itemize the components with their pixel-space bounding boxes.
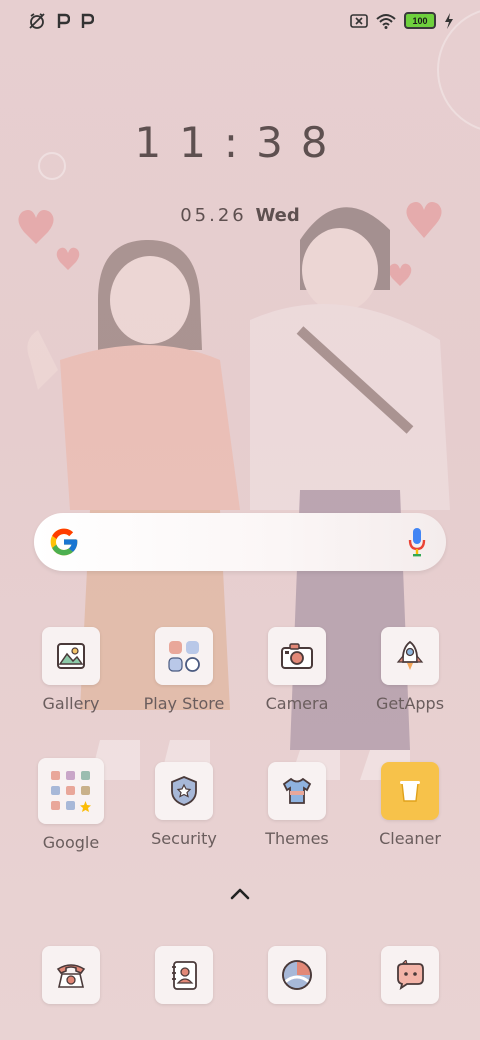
p-notification-icon: [57, 13, 70, 28]
app-label: GetApps: [375, 694, 445, 713]
app-label: Gallery: [42, 694, 100, 713]
app-gallery[interactable]: Gallery: [26, 627, 116, 713]
dock-contacts[interactable]: [139, 946, 229, 1004]
camera-icon: [268, 627, 326, 685]
dock-phone[interactable]: [26, 946, 116, 1004]
clock[interactable]: 11:38: [0, 118, 480, 167]
p-notification-icon: [81, 13, 94, 28]
no-sim-icon: [350, 13, 368, 28]
dock-messages[interactable]: [365, 946, 455, 1004]
app-camera[interactable]: Camera: [252, 627, 342, 713]
alarm-off-icon: [29, 13, 45, 29]
status-left: [28, 12, 94, 30]
battery-level: 100: [412, 15, 428, 26]
battery-icon: 100: [404, 12, 436, 29]
app-themes[interactable]: Themes: [252, 762, 342, 848]
google-search-bar[interactable]: [34, 513, 446, 571]
google-icon: [50, 528, 78, 556]
browser-icon: [268, 946, 326, 1004]
chevron-up-icon[interactable]: [228, 886, 252, 902]
app-security[interactable]: Security: [139, 762, 229, 848]
app-label: Security: [151, 829, 217, 848]
app-label: Play Store: [143, 694, 225, 713]
wifi-icon: [376, 13, 396, 29]
app-label: Cleaner: [379, 829, 441, 848]
trash-icon: [381, 762, 439, 820]
date-weekday: Wed: [255, 205, 300, 226]
shield-icon: [155, 762, 213, 820]
status-right: 100: [350, 12, 454, 29]
phone-icon: [42, 946, 100, 1004]
gallery-icon: [42, 627, 100, 685]
rocket-icon: [381, 627, 439, 685]
tshirt-icon: [268, 762, 326, 820]
app-label: Camera: [265, 694, 329, 713]
app-label: Themes: [265, 829, 329, 848]
app-getapps[interactable]: GetApps: [365, 627, 455, 713]
play-store-icon: [155, 627, 213, 685]
charging-icon: [445, 12, 453, 29]
status-bar: 100: [0, 0, 480, 42]
date[interactable]: 05.26 Wed: [0, 205, 480, 226]
contacts-icon: [155, 946, 213, 1004]
app-play-store[interactable]: Play Store: [139, 627, 229, 713]
mic-icon[interactable]: [408, 527, 426, 557]
dock-browser[interactable]: [252, 946, 342, 1004]
messages-icon: [381, 946, 439, 1004]
app-label: Google: [42, 833, 100, 852]
google-folder-icon: [38, 758, 104, 824]
app-cleaner[interactable]: Cleaner: [365, 762, 455, 848]
date-day: 05.26: [180, 205, 247, 226]
app-google-folder[interactable]: Google: [26, 758, 116, 852]
